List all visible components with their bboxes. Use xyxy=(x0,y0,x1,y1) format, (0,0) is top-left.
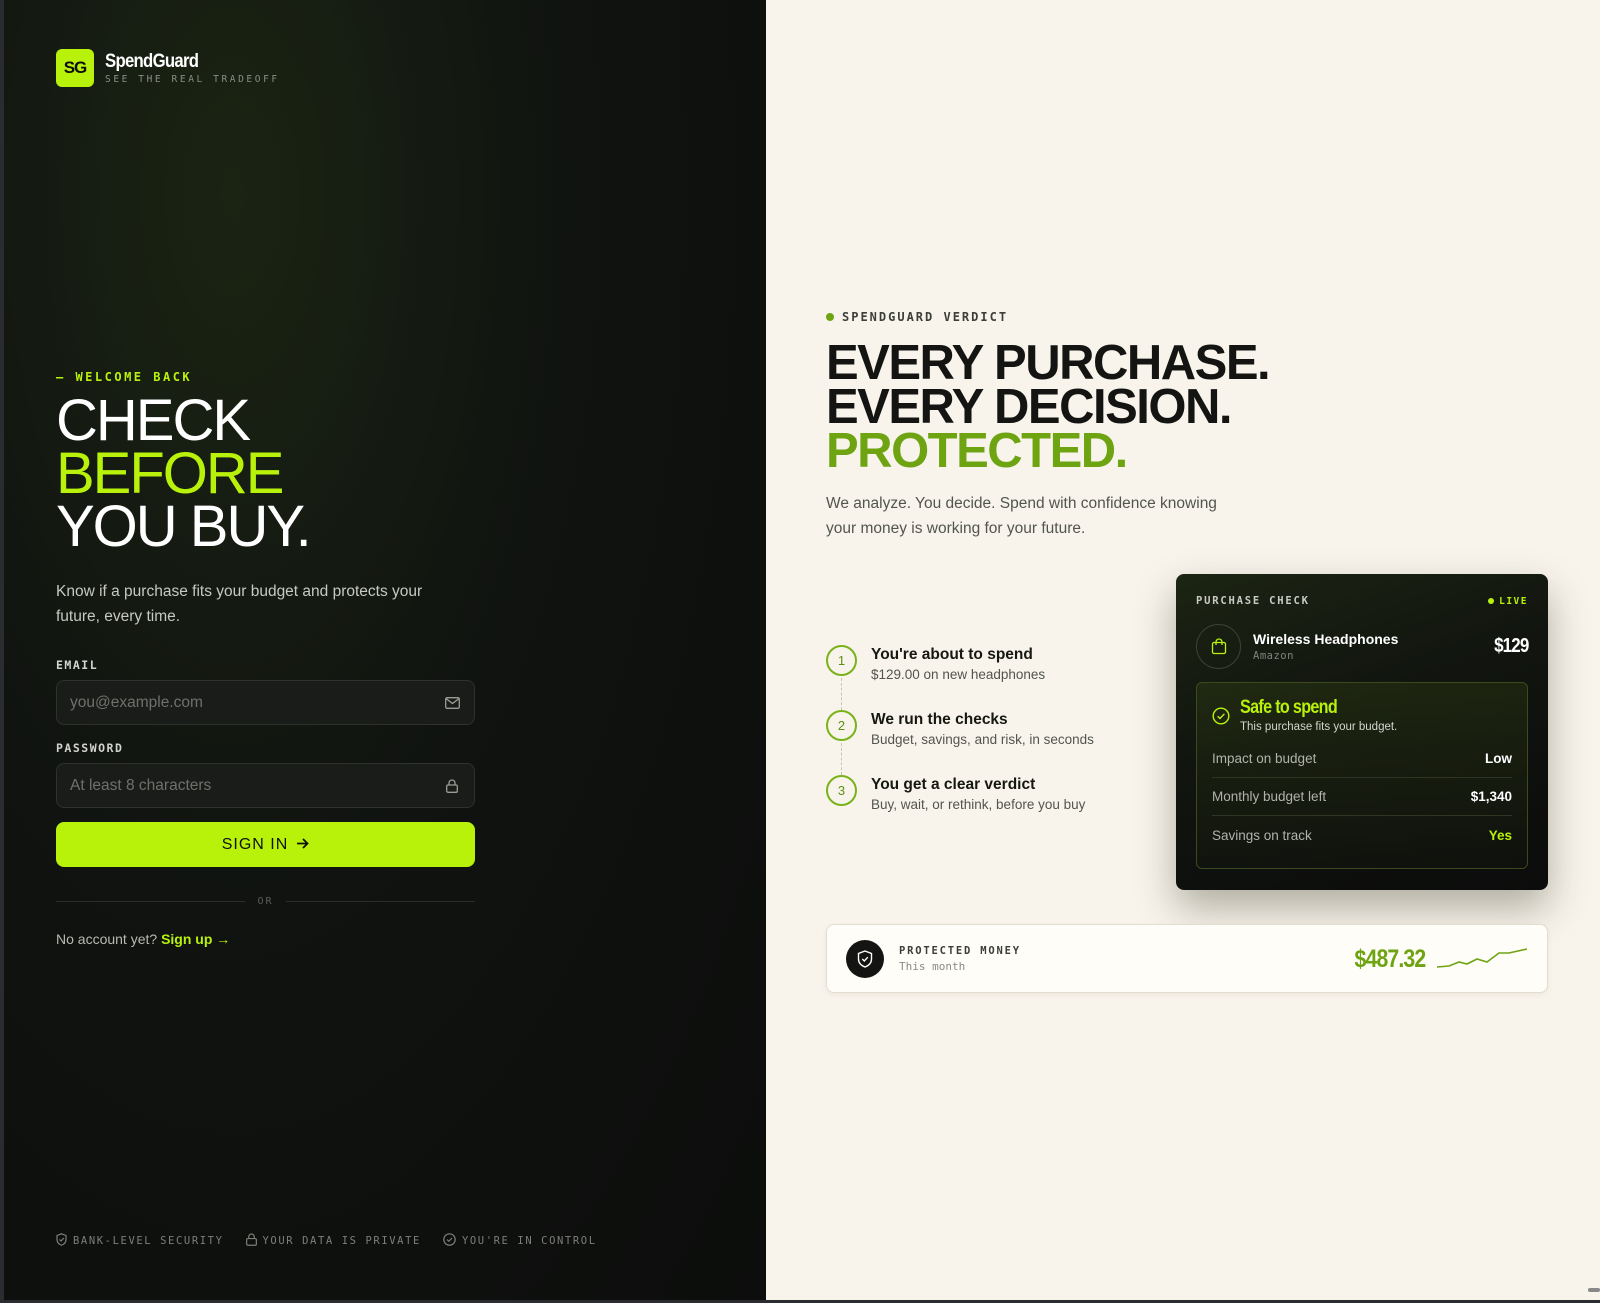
step-desc: Buy, wait, or rethink, before you buy xyxy=(871,797,1086,812)
divider-line-left xyxy=(56,900,246,902)
password-field-wrapper xyxy=(56,763,475,808)
product-price: $129 xyxy=(1493,635,1529,657)
signin-label: SIGN IN xyxy=(221,835,289,853)
verdict-row-value: Yes xyxy=(1488,827,1512,843)
trust-badge-label: YOU'RE IN CONTROL xyxy=(461,1235,597,1247)
headline-line-2: BEFORE xyxy=(56,441,284,506)
product-name: Wireless Headphones xyxy=(1253,631,1399,647)
step-number: 1 xyxy=(826,645,857,676)
product-row: Wireless Headphones Amazon $129 xyxy=(1196,624,1529,669)
scrollbar-handle[interactable] xyxy=(1588,1288,1600,1292)
status-dot xyxy=(826,313,834,321)
card-header: PURCHASE CHECK LIVE xyxy=(1196,595,1528,607)
arrow-right-icon xyxy=(296,836,310,854)
trust-badge-control: YOU'RE IN CONTROL xyxy=(443,1233,597,1249)
step-title: We run the checks xyxy=(871,711,1008,728)
signup-prompt: No account yet? Sign up → xyxy=(56,931,230,947)
logo-badge: SG xyxy=(56,49,94,87)
verdict-row: Savings on track Yes xyxy=(1212,816,1512,854)
step-item: 2 We run the checks Budget, savings, and… xyxy=(826,710,1094,775)
email-label: EMAIL xyxy=(56,658,99,672)
email-field[interactable] xyxy=(70,693,443,712)
brand-logo[interactable]: SG SpendGuard SEE THE REAL TRADEOFF xyxy=(56,49,280,87)
step-title: You get a clear verdict xyxy=(871,776,1036,793)
signup-link[interactable]: Sign up → xyxy=(161,931,230,947)
divider-text: OR xyxy=(257,895,274,907)
trust-badge-label: YOUR DATA IS PRIVATE xyxy=(262,1235,421,1247)
step-item: 1 You're about to spend $129.00 on new h… xyxy=(826,645,1094,710)
verdict-row: Impact on budget Low xyxy=(1212,740,1512,778)
brand-name: SpendGuard xyxy=(105,50,199,72)
check-circle-icon xyxy=(443,1233,456,1249)
app-frame: SG SpendGuard SEE THE REAL TRADEOFF — WE… xyxy=(4,0,1600,1300)
verdict-kicker-text: SPENDGUARD VERDICT xyxy=(842,310,1009,324)
promo-headline-line-3: PROTECTED. xyxy=(826,424,1128,478)
trust-badge-privacy: YOUR DATA IS PRIVATE xyxy=(245,1233,421,1249)
signup-link-label: Sign up xyxy=(161,931,213,947)
login-panel: SG SpendGuard SEE THE REAL TRADEOFF — WE… xyxy=(4,0,766,1300)
protected-money-title: PROTECTED MONEY xyxy=(899,945,1021,957)
step-number: 3 xyxy=(826,775,857,806)
steps-list: 1 You're about to spend $129.00 on new h… xyxy=(826,645,1094,840)
lock-icon xyxy=(245,1233,257,1249)
verdict-title: Safe to spend xyxy=(1240,697,1338,718)
headline-line-1: CHECK xyxy=(56,388,251,453)
signup-arrow-icon: → xyxy=(216,931,231,947)
lock-icon xyxy=(443,777,461,795)
password-label: PASSWORD xyxy=(56,741,124,755)
sparkline-icon xyxy=(1437,948,1527,968)
verdict-row-key: Monthly budget left xyxy=(1212,789,1327,804)
login-headline: CHECK BEFORE YOU BUY. xyxy=(56,388,312,559)
step-connector xyxy=(841,743,842,775)
live-label: LIVE xyxy=(1499,595,1528,607)
verdict-row-value: Low xyxy=(1485,751,1512,766)
verdict-rows: Impact on budget Low Monthly budget left… xyxy=(1212,740,1512,854)
step-desc: $129.00 on new headphones xyxy=(871,667,1046,682)
check-circle-icon xyxy=(1212,707,1230,725)
password-field[interactable] xyxy=(70,776,443,795)
step-item: 3 You get a clear verdict Buy, wait, or … xyxy=(826,775,1094,840)
shield-icon xyxy=(56,1233,67,1249)
trust-badge-security: BANK-LEVEL SECURITY xyxy=(56,1233,224,1249)
mail-icon xyxy=(443,694,461,712)
protected-money-amount: $487.32 xyxy=(1354,945,1426,973)
login-lead: Know if a purchase fits your budget and … xyxy=(56,583,423,625)
promo-headline: EVERY PURCHASE. EVERY DECISION. PROTECTE… xyxy=(826,336,1271,478)
no-account-text: No account yet? xyxy=(56,931,158,947)
verdict-row-key: Impact on budget xyxy=(1212,751,1317,766)
brand-tagline: SEE THE REAL TRADEOFF xyxy=(105,73,280,85)
trust-badges: BANK-LEVEL SECURITY YOUR DATA IS PRIVATE… xyxy=(56,1233,597,1249)
or-divider: OR xyxy=(56,894,476,908)
purchase-check-card: PURCHASE CHECK LIVE Wireless Headphones … xyxy=(1176,574,1548,890)
shield-icon xyxy=(846,940,884,978)
verdict-subtitle: This purchase fits your budget. xyxy=(1240,721,1398,733)
step-title: You're about to spend xyxy=(871,646,1033,663)
welcome-kicker: — WELCOME BACK xyxy=(56,370,193,384)
verdict-box: Safe to spend This purchase fits your bu… xyxy=(1196,682,1528,869)
protected-money-card: PROTECTED MONEY This month $487.32 xyxy=(826,924,1548,993)
email-field-wrapper xyxy=(56,680,475,725)
verdict-row: Monthly budget left $1,340 xyxy=(1212,778,1512,816)
step-desc: Budget, savings, and risk, in seconds xyxy=(871,732,1094,747)
live-dot xyxy=(1488,598,1495,604)
verdict-kicker: SPENDGUARD VERDICT xyxy=(826,310,1008,324)
trust-badge-label: BANK-LEVEL SECURITY xyxy=(73,1235,224,1247)
signin-button[interactable]: SIGN IN xyxy=(56,822,475,867)
card-kicker: PURCHASE CHECK xyxy=(1196,595,1310,607)
headline-line-3: YOU BUY. xyxy=(56,494,312,559)
promo-lead: We analyze. You decide. Spend with confi… xyxy=(826,495,1217,537)
step-connector xyxy=(841,678,842,710)
step-number: 2 xyxy=(826,710,857,741)
verdict-row-value: $1,340 xyxy=(1470,789,1512,804)
live-badge: LIVE xyxy=(1488,596,1528,607)
promo-headline-line-2: EVERY DECISION. xyxy=(826,380,1233,434)
protected-money-subtitle: This month xyxy=(899,960,966,973)
divider-line-right xyxy=(285,900,476,902)
verdict-row-key: Savings on track xyxy=(1212,827,1312,843)
product-store: Amazon xyxy=(1253,650,1294,662)
shopping-bag-icon xyxy=(1196,624,1241,669)
promo-panel: SPENDGUARD VERDICT EVERY PURCHASE. EVERY… xyxy=(766,0,1600,1300)
promo-headline-line-1: EVERY PURCHASE. xyxy=(826,336,1271,390)
